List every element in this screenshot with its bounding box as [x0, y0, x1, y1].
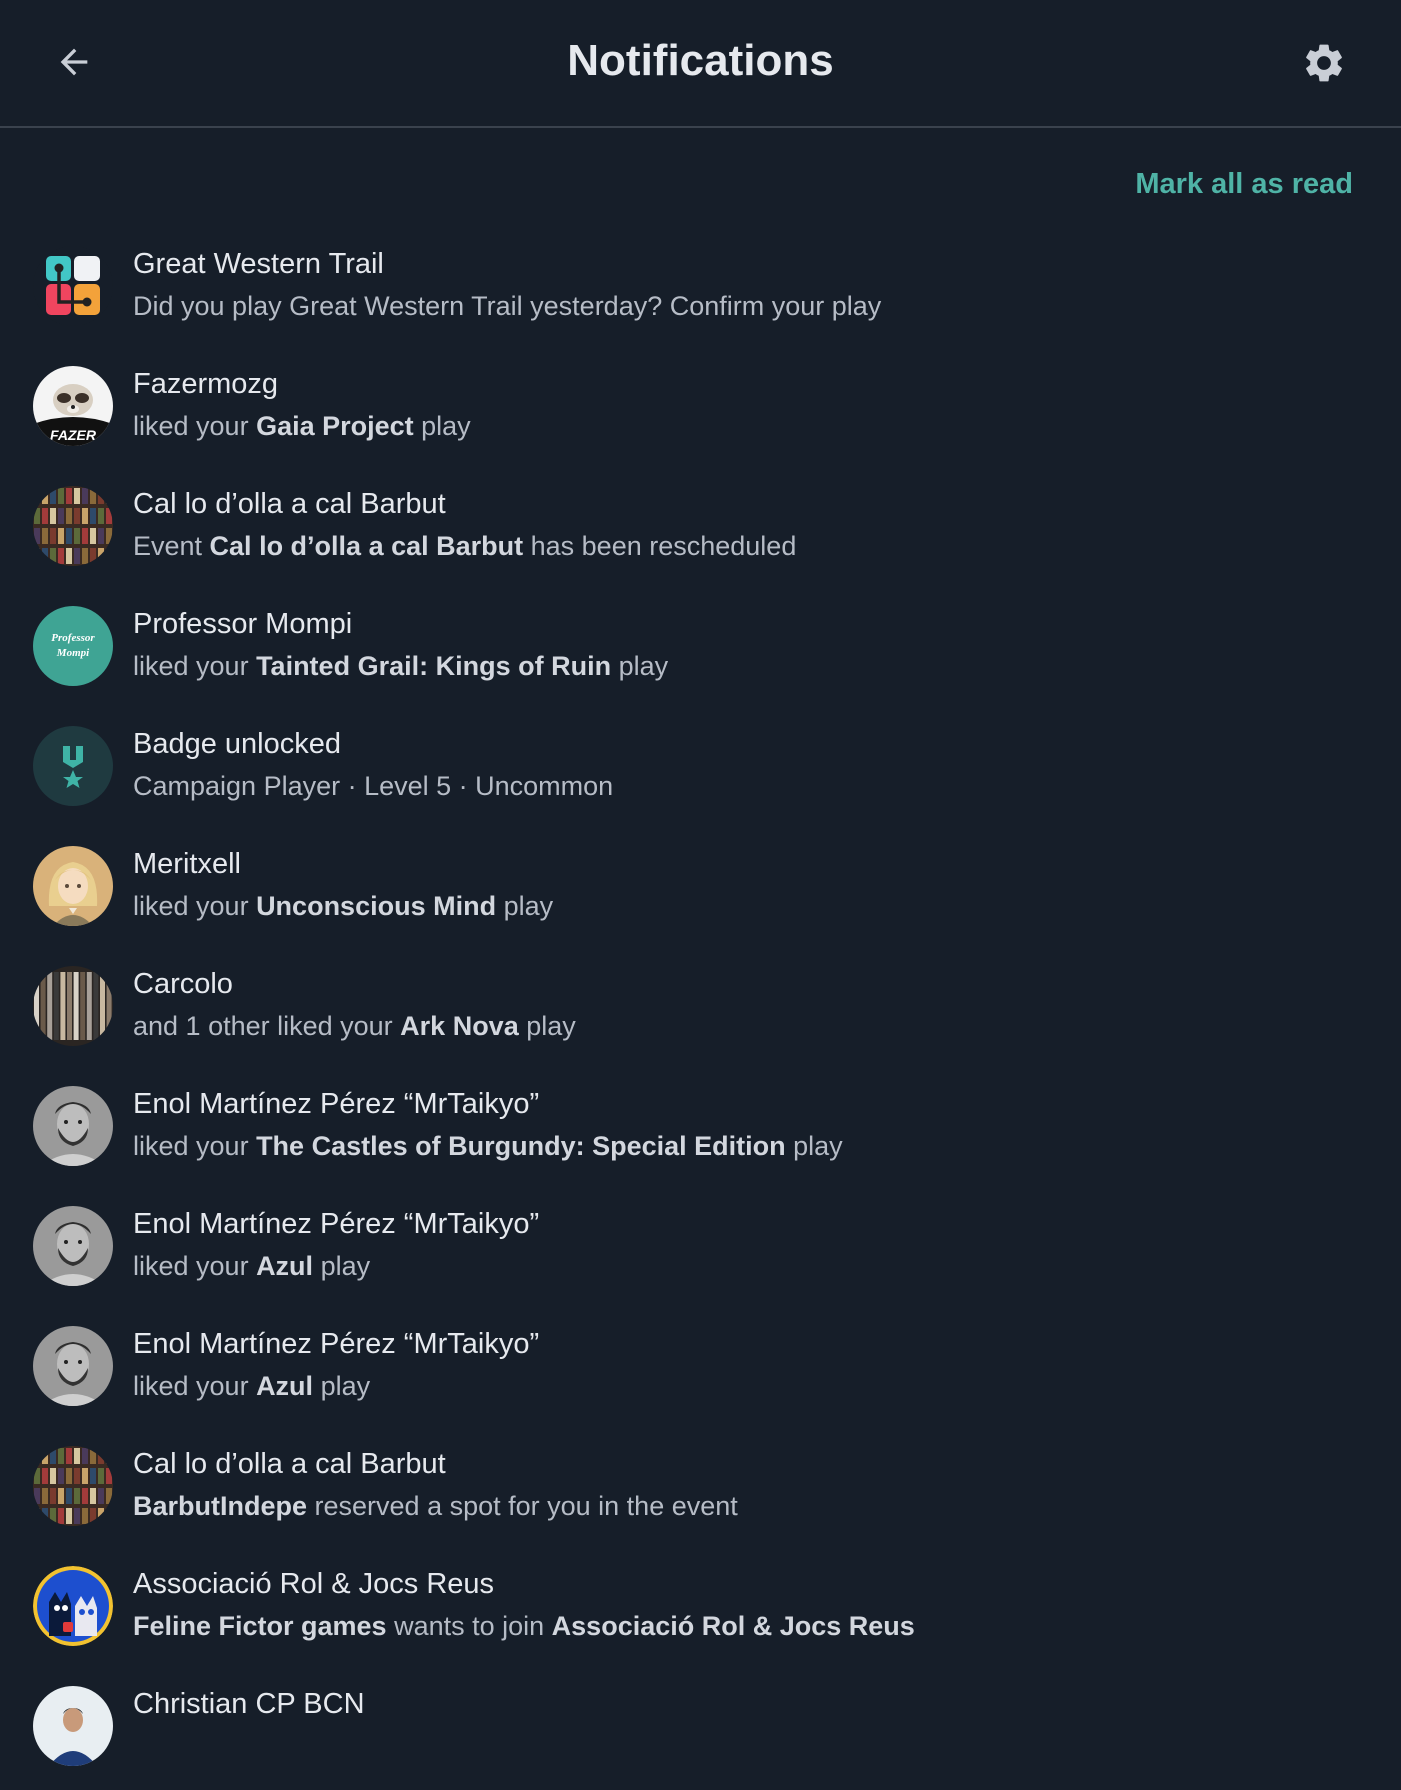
body-text: Did you play Great Western Trail yesterd…: [133, 291, 882, 321]
notification-text: and 1 other liked your Ark Nova play: [133, 1011, 576, 1042]
avatar[interactable]: [33, 1086, 113, 1166]
notification-item[interactable]: Meritxell liked your Unconscious Mind pla…: [0, 830, 1401, 950]
body-text: play: [611, 651, 669, 681]
notification-title: Great Western Trail: [133, 248, 384, 280]
notification-item[interactable]: Christian CP BCN: [0, 1670, 1401, 1790]
notification-item[interactable]: Cal lo d’olla a cal Barbut Event Cal lo d…: [0, 470, 1401, 590]
notification-text: BarbutIndepe reserved a spot for you in …: [133, 1491, 738, 1522]
svg-text:Professor: Professor: [51, 632, 95, 644]
notification-item[interactable]: Great Western Trail Did you play Great We…: [0, 230, 1401, 350]
highlight-text: Azul: [256, 1371, 314, 1401]
notification-title: Professor Mompi: [133, 608, 353, 640]
avatar[interactable]: [33, 1326, 113, 1406]
page-title: Notifications: [567, 36, 834, 85]
gear-icon: [1306, 44, 1342, 82]
body-text: play: [313, 1251, 371, 1281]
avatar[interactable]: FAZER: [33, 366, 113, 446]
notification-title: Christian CP BCN: [133, 1688, 365, 1720]
body-text: reserved a spot for you in the event: [307, 1491, 738, 1521]
notification-item[interactable]: Enol Martínez Pérez “MrTaikyo” liked your…: [0, 1070, 1401, 1190]
avatar[interactable]: [33, 1686, 113, 1766]
notification-text: liked your Azul play: [133, 1251, 370, 1282]
notification-text: Did you play Great Western Trail yesterd…: [133, 291, 881, 322]
body-text: liked your: [133, 1371, 257, 1401]
avatar[interactable]: [33, 486, 113, 566]
body-text: Event: [133, 531, 210, 561]
highlight-text: Cal lo d’olla a cal Barbut: [209, 531, 524, 561]
body-text: liked your: [133, 1251, 257, 1281]
notification-item[interactable]: Professor Mompi Professor Mompi liked your…: [0, 590, 1401, 710]
notification-text: Feline Fictor games wants to join Associ…: [133, 1611, 915, 1642]
highlight-text: Gaia Project: [256, 411, 414, 441]
body-text: play: [313, 1371, 371, 1401]
notification-item[interactable]: Badge unlocked Campaign Player · Level 5 …: [0, 710, 1401, 830]
avatar[interactable]: [33, 846, 113, 926]
notification-title: Cal lo d’olla a cal Barbut: [133, 1448, 446, 1480]
svg-text:Mompi: Mompi: [56, 647, 90, 659]
highlight-text: The Castles of Burgundy: Special Edition: [256, 1131, 786, 1161]
avatar[interactable]: Professor Mompi: [33, 606, 113, 686]
notification-item[interactable]: Enol Martínez Pérez “MrTaikyo” liked your…: [0, 1310, 1401, 1430]
notification-title: Badge unlocked: [133, 728, 341, 760]
notification-list: Great Western Trail Did you play Great We…: [0, 230, 1401, 1790]
avatar[interactable]: [33, 1446, 113, 1526]
notification-title: Enol Martínez Pérez “MrTaikyo”: [133, 1328, 540, 1360]
notification-title: Cal lo d’olla a cal Barbut: [133, 488, 446, 520]
notification-item[interactable]: Carcolo and 1 other liked your Ark Nova p…: [0, 950, 1401, 1070]
avatar[interactable]: [33, 246, 113, 326]
notification-title: Fazermozg: [133, 368, 279, 400]
notification-title: Meritxell: [133, 848, 241, 880]
notification-title: Associació Rol & Jocs Reus: [133, 1568, 495, 1600]
notification-text: liked your Unconscious Mind play: [133, 891, 553, 922]
settings-button[interactable]: [1301, 40, 1347, 86]
body-text: and 1 other liked your: [133, 1011, 401, 1041]
body-text: play: [413, 411, 471, 441]
body-text: play: [785, 1131, 843, 1161]
avatar[interactable]: [33, 1206, 113, 1286]
body-text: wants to join: [386, 1611, 552, 1641]
top-bar: Notifications: [0, 0, 1401, 128]
body-text: play: [496, 891, 554, 921]
body-text: Campaign Player · Level 5 · Uncommon: [133, 771, 614, 801]
notification-title: Enol Martínez Pérez “MrTaikyo”: [133, 1208, 540, 1240]
notification-item[interactable]: Enol Martínez Pérez “MrTaikyo” liked your…: [0, 1190, 1401, 1310]
highlight-text: Unconscious Mind: [256, 891, 497, 921]
highlight-text: BarbutIndepe: [133, 1491, 308, 1521]
notification-item[interactable]: Cal lo d’olla a cal Barbut BarbutIndepe r…: [0, 1430, 1401, 1550]
body-text: liked your: [133, 411, 257, 441]
highlight-text: Associació Rol & Jocs Reus: [551, 1611, 915, 1641]
notification-text: Campaign Player · Level 5 · Uncommon: [133, 771, 613, 802]
body-text: liked your: [133, 891, 257, 921]
notification-text: liked your Azul play: [133, 1371, 370, 1402]
mark-all-read-link[interactable]: Mark all as read: [1135, 168, 1353, 201]
highlight-text: Feline Fictor games: [133, 1611, 387, 1641]
notification-item[interactable]: Associació Rol & Jocs Reus Feline Fictor …: [0, 1550, 1401, 1670]
notification-text: Event Cal lo d’olla a cal Barbut has bee…: [133, 531, 796, 562]
notification-item[interactable]: FAZER Fazermozg liked your Gaia Project pl…: [0, 350, 1401, 470]
highlight-text: Azul: [256, 1251, 314, 1281]
body-text: liked your: [133, 1131, 257, 1161]
avatar[interactable]: [33, 966, 113, 1046]
notification-text: liked your The Castles of Burgundy: Spec…: [133, 1131, 843, 1162]
medal-icon[interactable]: [33, 726, 113, 806]
notification-title: Enol Martínez Pérez “MrTaikyo”: [133, 1088, 540, 1120]
body-text: liked your: [133, 651, 257, 681]
highlight-text: Ark Nova: [400, 1011, 519, 1041]
notification-text: liked your Tainted Grail: Kings of Ruin …: [133, 651, 668, 682]
notification-title: Carcolo: [133, 968, 233, 1000]
svg-text:FAZER: FAZER: [50, 427, 97, 443]
body-text: has been rescheduled: [523, 531, 797, 561]
notification-text: liked your Gaia Project play: [133, 411, 471, 442]
avatar[interactable]: [33, 1566, 113, 1646]
body-text: play: [518, 1011, 576, 1041]
highlight-text: Tainted Grail: Kings of Ruin: [256, 651, 612, 681]
